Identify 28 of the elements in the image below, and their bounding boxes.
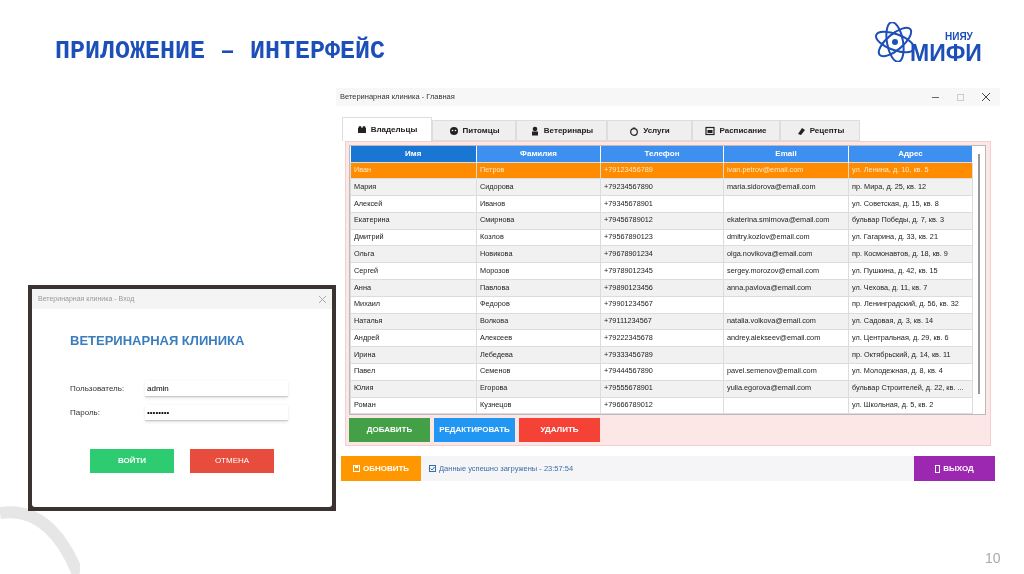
- logo-abbreviation: НИЯУ: [945, 30, 973, 44]
- field-label: Пользователь:: [70, 382, 126, 395]
- save-icon: [352, 465, 360, 472]
- close-icon[interactable]: [982, 93, 990, 101]
- cancel-button[interactable]: ОТМЕНА: [190, 448, 274, 473]
- column-header[interactable]: Имя: [350, 146, 477, 162]
- door-icon: [935, 464, 941, 473]
- tab[interactable]: Рецепты: [780, 120, 860, 141]
- minimize-icon[interactable]: [932, 96, 939, 98]
- input-field[interactable]: admin: [145, 380, 288, 397]
- input-field[interactable]: ••••••••: [145, 404, 288, 421]
- slide-title: ПРИЛОЖЕНИЕ – ИНТЕРФЕЙС: [55, 35, 386, 68]
- tab[interactable]: Владельцы: [342, 117, 432, 141]
- delete-button[interactable]: УДАЛИТЬ: [519, 418, 600, 443]
- person-icon: [529, 125, 540, 136]
- tab[interactable]: Ветеринары: [516, 120, 607, 141]
- tab[interactable]: Питомцы: [432, 120, 516, 141]
- checkbox-icon: [429, 465, 436, 472]
- field-label: Пароль:: [70, 406, 101, 419]
- maximize-icon[interactable]: [957, 93, 964, 101]
- calendar-icon: [705, 125, 716, 136]
- login-heading: ВЕТЕРИНАРНАЯ КЛИНИКА: [70, 332, 245, 350]
- exit-button[interactable]: ВЫХОД: [914, 456, 995, 481]
- tab[interactable]: Расписание: [692, 120, 780, 141]
- tab[interactable]: Услуги: [607, 120, 692, 141]
- people-icon: [356, 124, 367, 135]
- logo-name: МИФИ: [910, 42, 982, 65]
- page-number: 10: [985, 549, 1001, 568]
